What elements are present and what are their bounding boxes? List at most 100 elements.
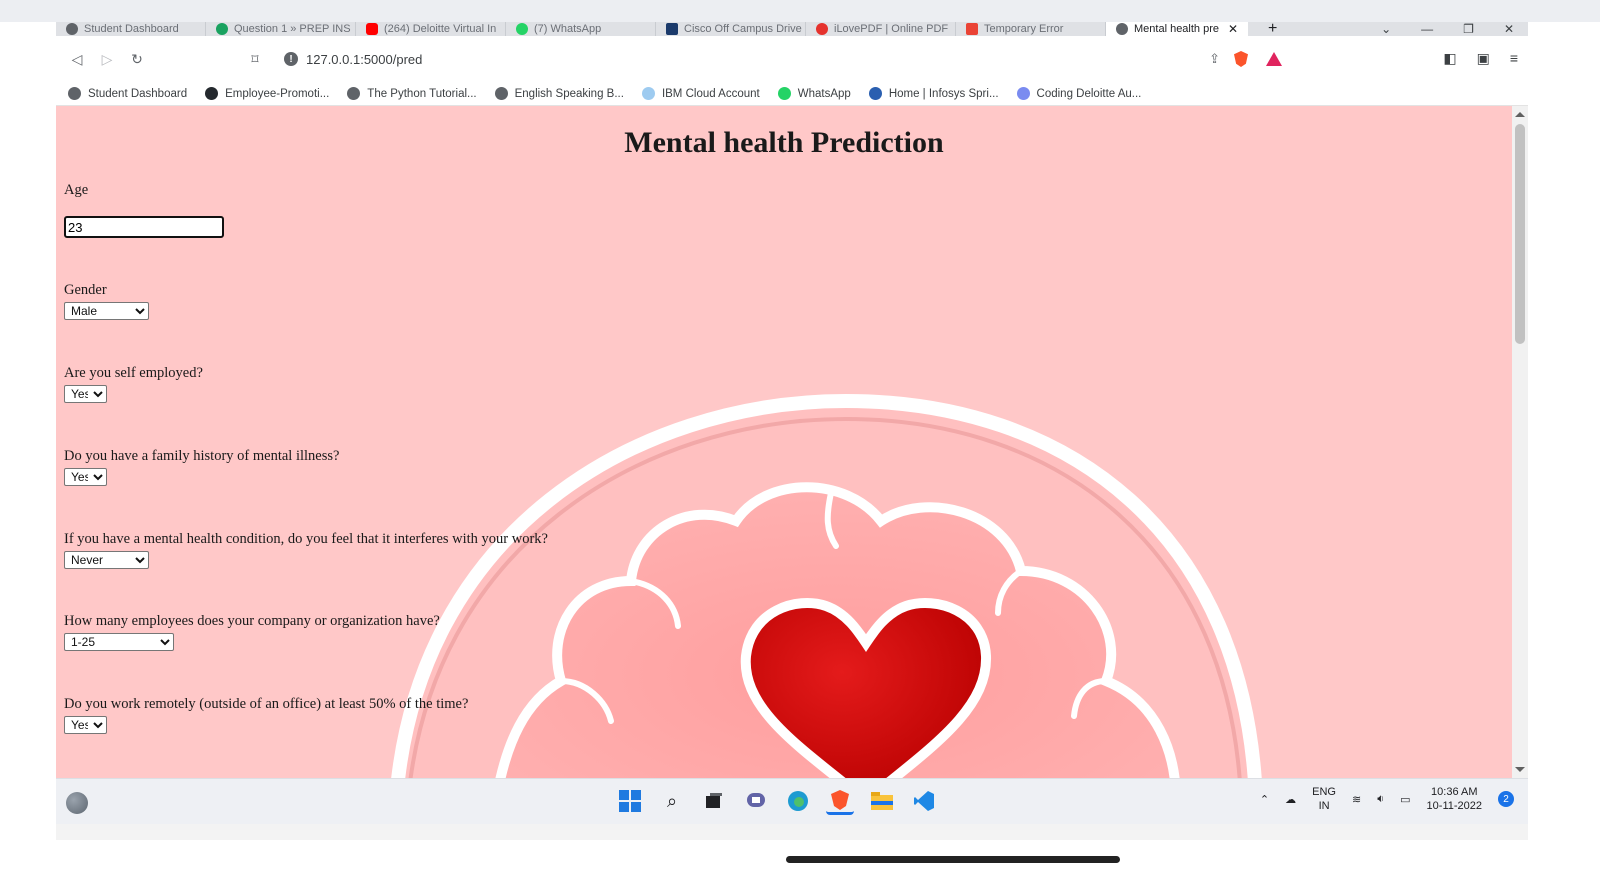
age-input[interactable] <box>64 216 224 238</box>
url-text[interactable]: 127.0.0.1:5000/pred <box>306 52 422 67</box>
taskbar: ⌕ ⌃ ☁ ENG IN ≋ 🔉︎ ▭ 10:36 AM 10-11-2022 … <box>56 778 1528 824</box>
gender-field: Gender Male <box>64 282 149 320</box>
edge-icon[interactable] <box>784 787 812 815</box>
teams-chat-icon[interactable] <box>742 787 770 815</box>
toolbar-right: ◧ ▣ ≡ <box>1443 50 1518 67</box>
family-history-select[interactable]: Yes <box>64 468 107 486</box>
remote-work-label: Do you work remotely (outside of an offi… <box>64 696 469 712</box>
sidebar-icon[interactable]: ◧ <box>1443 50 1456 67</box>
company-size-select[interactable]: 1-25 <box>64 633 174 651</box>
menu-icon[interactable]: ≡ <box>1510 50 1518 67</box>
age-field: Age <box>64 182 224 238</box>
task-view-icon[interactable] <box>700 787 728 815</box>
file-explorer-icon[interactable] <box>868 787 896 815</box>
self-employed-field: Are you self employed? Yes <box>64 365 203 403</box>
toolbar: ◁ ▷ ↻ ⌑ ! 127.0.0.1:5000/pred ⇪ ◧ ▣ ≡ <box>56 36 1528 82</box>
taskbar-apps: ⌕ <box>616 787 938 815</box>
tab-ilovepdf[interactable]: iLovePDF | Online PDF <box>806 22 956 36</box>
weather-icon[interactable] <box>66 792 88 814</box>
tab-whatsapp[interactable]: (7) WhatsApp <box>506 22 656 36</box>
work-interfere-select[interactable]: Never <box>64 551 149 569</box>
age-label: Age <box>64 182 89 198</box>
scroll-up-icon[interactable] <box>1515 112 1525 117</box>
brave-shields-icon[interactable] <box>1234 51 1248 67</box>
bookmark-student-dashboard[interactable]: Student Dashboard <box>68 87 187 100</box>
system-tray: ⌃ ☁ ENG IN ≋ 🔉︎ ▭ 10:36 AM 10-11-2022 2 <box>1260 785 1514 813</box>
cisco-icon <box>666 23 678 35</box>
bookmark-python-tutorial[interactable]: The Python Tutorial... <box>347 87 477 100</box>
brave-rewards-icon[interactable] <box>1266 52 1282 66</box>
globe-icon <box>1116 23 1128 35</box>
page-scrollbar[interactable] <box>1512 106 1528 778</box>
tab-student-dashboard[interactable]: Student Dashboard <box>56 22 206 36</box>
windows-start-icon[interactable] <box>616 787 644 815</box>
prep-icon <box>216 23 228 35</box>
tab-temporary-error[interactable]: Temporary Error <box>956 22 1106 36</box>
page-title: Mental health Prediction <box>624 126 944 159</box>
window-controls: ⌄ — ❐ ✕ <box>1381 22 1528 36</box>
cloud-icon <box>641 87 655 100</box>
vscode-icon[interactable] <box>910 787 938 815</box>
minimize-icon[interactable]: — <box>1421 22 1433 36</box>
gender-label: Gender <box>64 282 107 298</box>
page-content: Mental health Prediction Age Gender Male… <box>56 106 1512 778</box>
wifi-icon[interactable]: ≋ <box>1352 793 1361 806</box>
ilovepdf-icon <box>816 23 828 35</box>
site-info-icon[interactable]: ! <box>284 52 298 66</box>
close-tab-icon[interactable]: ✕ <box>1228 22 1238 36</box>
brain-heart-illustration <box>391 393 1262 778</box>
notification-badge[interactable]: 2 <box>1498 791 1514 807</box>
restore-icon[interactable]: ❐ <box>1463 22 1474 36</box>
bookmark-infosys[interactable]: Home | Infosys Spri... <box>868 87 999 100</box>
volume-icon[interactable]: 🔉︎ <box>1377 793 1384 806</box>
tab-mental-health[interactable]: Mental health pre ✕ <box>1106 22 1248 36</box>
battery-icon[interactable]: ▭ <box>1400 793 1410 806</box>
language-indicator[interactable]: ENG IN <box>1312 785 1336 813</box>
screen: Student Dashboard Question 1 » PREP INS … <box>56 22 1528 840</box>
chevron-up-icon[interactable]: ⌃ <box>1260 793 1269 806</box>
github-icon <box>205 87 219 100</box>
self-employed-select[interactable]: Yes <box>64 385 107 403</box>
home-indicator <box>786 856 1120 863</box>
company-size-field: How many employees does your company or … <box>64 613 440 651</box>
globe-icon <box>494 87 508 100</box>
onedrive-icon[interactable]: ☁ <box>1285 793 1296 806</box>
share-icon[interactable]: ⇪ <box>1209 51 1220 67</box>
address-bar[interactable]: ! 127.0.0.1:5000/pred ⇪ <box>284 45 1282 73</box>
remote-work-select[interactable]: Yes <box>64 716 107 734</box>
whatsapp-icon <box>777 87 791 100</box>
family-history-label: Do you have a family history of mental i… <box>64 448 340 464</box>
scroll-thumb[interactable] <box>1515 124 1525 344</box>
gender-select[interactable]: Male <box>64 302 149 320</box>
company-size-label: How many employees does your company or … <box>64 613 440 629</box>
work-interfere-label: If you have a mental health condition, d… <box>64 531 548 547</box>
bookmark-english-speaking[interactable]: English Speaking B... <box>494 87 624 100</box>
tab-search-icon[interactable]: ⌄ <box>1381 22 1391 36</box>
forward-icon[interactable]: ▷ <box>92 44 122 74</box>
back-icon[interactable]: ◁ <box>62 44 92 74</box>
tab-youtube-deloitte[interactable]: (264) Deloitte Virtual In <box>356 22 506 36</box>
self-employed-label: Are you self employed? <box>64 365 203 381</box>
clock[interactable]: 10:36 AM 10-11-2022 <box>1427 785 1482 813</box>
gmail-icon <box>966 23 978 35</box>
bookmark-whatsapp[interactable]: WhatsApp <box>777 87 851 100</box>
globe-icon <box>347 87 361 100</box>
close-window-icon[interactable]: ✕ <box>1504 22 1514 36</box>
whatsapp-icon <box>516 23 528 35</box>
bookmark-coding-deloitte[interactable]: Coding Deloitte Au... <box>1016 87 1141 100</box>
top-strip <box>0 0 1600 22</box>
bookmark-employee-promotion[interactable]: Employee-Promoti... <box>205 87 329 100</box>
work-interfere-field: If you have a mental health condition, d… <box>64 531 548 569</box>
bookmark-icon[interactable]: ⌑ <box>240 44 270 74</box>
brave-icon[interactable] <box>826 787 854 815</box>
bookmark-ibm-cloud[interactable]: IBM Cloud Account <box>641 87 760 100</box>
tab-cisco[interactable]: Cisco Off Campus Drive <box>656 22 806 36</box>
wallet-icon[interactable]: ▣ <box>1477 50 1490 67</box>
scroll-down-icon[interactable] <box>1515 767 1525 772</box>
diamond-icon <box>1016 87 1030 100</box>
family-history-field: Do you have a family history of mental i… <box>64 448 339 486</box>
tab-prep-insta[interactable]: Question 1 » PREP INS <box>206 22 356 36</box>
infosys-icon <box>868 87 882 100</box>
search-icon[interactable]: ⌕ <box>658 787 686 815</box>
reload-icon[interactable]: ↻ <box>122 44 152 74</box>
